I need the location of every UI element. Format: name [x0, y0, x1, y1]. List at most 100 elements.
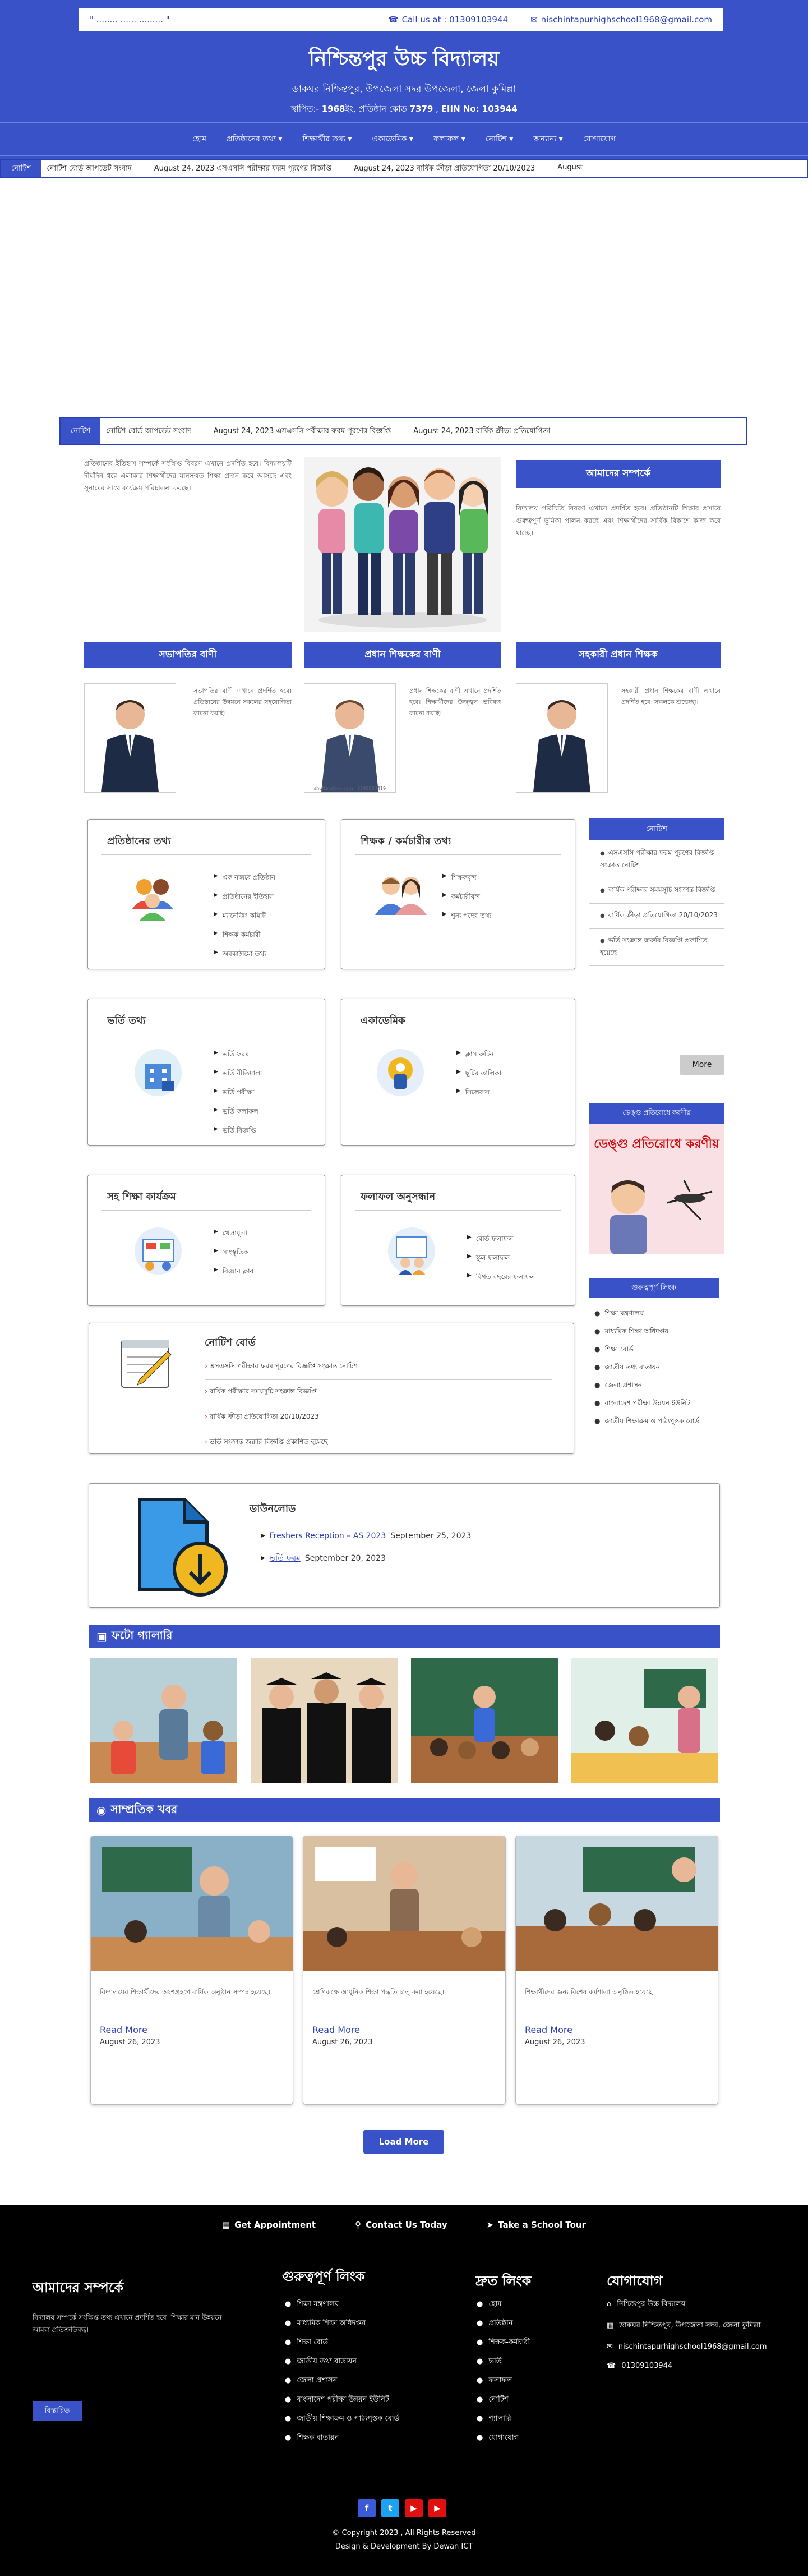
- download-link[interactable]: Freshers Reception – AS 2023: [270, 1529, 386, 1543]
- footer-link[interactable]: বাংলাদেশ পরীক্ষা উন্নয়ন ইউনিট: [285, 2394, 453, 2405]
- twitter-icon[interactable]: t: [381, 2499, 399, 2517]
- card-link[interactable]: বিজ্ঞান ক্লাব: [214, 1267, 254, 1278]
- card-link[interactable]: সাংস্কৃতিক: [214, 1248, 253, 1259]
- ticker-item[interactable]: August 24, 2023 এসএসসি পরীক্ষার ফরম পূরণ…: [154, 163, 331, 175]
- news-card: শিক্ষার্থীদের জন্য বিশেষ কর্মশালা অনুষ্ঠ…: [515, 1836, 718, 2105]
- ticker-item[interactable]: নোটিশ বোর্ড আপডেট সংবাদ: [47, 163, 131, 175]
- nav-item-institute[interactable]: প্রতিষ্ঠানের তথ্য ▾: [227, 132, 282, 146]
- notice-item[interactable]: ভর্তি সংক্রান্ত জরুরি বিজ্ঞপ্তি প্রকাশিত…: [589, 929, 724, 966]
- card-link[interactable]: ভর্তি ফলাফল: [214, 1107, 262, 1118]
- tour-link[interactable]: ➤ Take a School Tour: [487, 2220, 586, 2230]
- notice-board-item[interactable]: › এসএসসি পরীক্ষার ফরম পূরণের বিজ্ঞপ্তি স…: [205, 1355, 552, 1380]
- card-link[interactable]: ভর্তি ফরম: [214, 1050, 262, 1061]
- news-title: সাম্প্রতিক খবর: [110, 1802, 178, 1816]
- youtube-icon[interactable]: ▶: [405, 2499, 423, 2517]
- notice-board-item[interactable]: › বার্ষিক ক্রীড়া প্রতিযোগিতা 20/10/2023: [205, 1405, 552, 1430]
- notice-board-item[interactable]: › ভর্তি সংক্রান্ত জরুরি বিজ্ঞপ্তি প্রকাশ…: [205, 1430, 552, 1455]
- load-more-button[interactable]: Load More: [363, 2130, 444, 2154]
- card-institute-info: প্রতিষ্ঠানের তথ্য এক নজরে প্রতিষ্ঠান প্রত…: [87, 819, 325, 969]
- notice-board-item[interactable]: › বার্ষিক পরীক্ষার সময়সূচি সংক্রান্ত বি…: [205, 1380, 552, 1405]
- ticker-item[interactable]: August 24, 2023 এসএসসি পরীক্ষার ফরম পূরণ…: [214, 426, 391, 438]
- contact-row[interactable]: ☎ 01309103944: [607, 2361, 775, 2372]
- card-link[interactable]: ভর্তি বিজ্ঞপ্তি: [214, 1126, 262, 1137]
- youtube-icon[interactable]: ▶: [428, 2499, 446, 2517]
- sidebar-link[interactable]: বাংলাদেশ পরীক্ষা উন্নয়ন ইউনিট: [594, 1398, 723, 1408]
- sidebar-link[interactable]: মাধ্যমিক শিক্ষা অধিদপ্তর: [594, 1326, 723, 1336]
- card-link[interactable]: সিলেবাস: [456, 1088, 501, 1099]
- read-more-link[interactable]: Read More: [312, 2025, 360, 2035]
- footer-link[interactable]: জাতীয় তথ্য বাতায়ন: [285, 2356, 453, 2367]
- gallery-photo[interactable]: [571, 1658, 718, 1783]
- footer-quick-link[interactable]: নোটিশ: [477, 2394, 578, 2405]
- nav-item-students[interactable]: শিক্ষার্থীর তথ্য ▾: [302, 132, 352, 146]
- ticker-item[interactable]: August 24, 2023 বার্ষিক ক্রীড়া প্রতিযোগ…: [413, 426, 550, 438]
- ticker-item[interactable]: August 24, 2023 বার্ষিক ক্রীড়া প্রতিযোগ…: [354, 163, 535, 175]
- read-more-link[interactable]: Read More: [525, 2025, 572, 2035]
- chairman-message: সভাপতির বাণী এখানে প্রদর্শিত হবে। প্রতিষ…: [193, 687, 292, 717]
- footer-link[interactable]: জেলা প্রশাসন: [285, 2375, 453, 2386]
- footer-quick-link[interactable]: ভর্তি: [477, 2356, 578, 2367]
- footer-quick-link[interactable]: প্রতিষ্ঠান: [477, 2318, 578, 2329]
- card-link[interactable]: ম্যানেজিং কমিটি: [214, 911, 275, 922]
- card-link[interactable]: শূন্য পদের তথ্য: [442, 911, 492, 922]
- notice-board-item-text: এসএসসি পরীক্ষার ফরম পূরণের বিজ্ঞপ্তি সংক…: [209, 1362, 358, 1370]
- ticker-item[interactable]: August: [557, 163, 583, 175]
- gallery-photo[interactable]: [411, 1658, 558, 1783]
- facebook-icon[interactable]: f: [358, 2499, 376, 2517]
- card-link[interactable]: বিগত বছরের ফলাফল: [467, 1272, 535, 1284]
- email-link[interactable]: ✉ nischintapurhighschool1968@gmail.com: [530, 15, 712, 25]
- gallery-photo[interactable]: [90, 1658, 237, 1783]
- nav-item-academic[interactable]: একাডেমিক ▾: [372, 132, 413, 146]
- card-link[interactable]: এক নজরে প্রতিষ্ঠান: [214, 873, 275, 884]
- news-card: বিদ্যালয়ের শিক্ষার্থীদের অংশগ্রহণে বার্…: [90, 1836, 293, 2105]
- notice-item[interactable]: বার্ষিক ক্রীড়া প্রতিযোগিতা 20/10/2023: [589, 904, 724, 929]
- footer-link[interactable]: শিক্ষা মন্ত্রণালয়: [285, 2299, 453, 2310]
- card-link[interactable]: ভর্তি পরীক্ষা: [214, 1088, 262, 1099]
- read-more-link[interactable]: Read More: [100, 2025, 147, 2035]
- news-image[interactable]: [303, 1836, 506, 1971]
- footer-link[interactable]: শিক্ষক বাতায়ন: [285, 2432, 453, 2444]
- notice-item[interactable]: বার্ষিক পরীক্ষার সময়সূচি সংক্রান্ত বিজ্…: [589, 878, 724, 904]
- sidebar-link[interactable]: শিক্ষা বোর্ড: [594, 1344, 723, 1354]
- card-link[interactable]: প্রতিষ্ঠানের ইতিহাস: [214, 892, 275, 903]
- card-link[interactable]: শিক্ষকবৃন্দ: [442, 873, 491, 884]
- footer-quick-link[interactable]: যোগাযোগ: [477, 2432, 578, 2444]
- contact-link[interactable]: ⚲ Contact Us Today: [355, 2220, 447, 2230]
- card-link[interactable]: ভর্তি নীতিমালা: [214, 1069, 262, 1080]
- card-link[interactable]: কর্মচারীবৃন্দ: [442, 892, 491, 903]
- sidebar-link[interactable]: জাতীয় তথ্য বাতায়ন: [594, 1362, 723, 1372]
- sidebar-link[interactable]: জেলা প্রশাসন: [594, 1380, 723, 1390]
- download-link[interactable]: ভর্তি ফরম: [270, 1551, 301, 1566]
- phone-link[interactable]: ☎ Call us at : 01309103944: [388, 15, 508, 25]
- footer-quick-link[interactable]: গ্যালারি: [477, 2413, 578, 2425]
- card-link[interactable]: খেলাধুলা: [214, 1229, 253, 1240]
- footer-quick-link[interactable]: হোম: [477, 2299, 578, 2310]
- footer-about-button[interactable]: বিস্তারিত: [33, 2401, 82, 2421]
- nav-item-home[interactable]: হোম: [192, 132, 206, 146]
- footer-link[interactable]: শিক্ষা বোর্ড: [285, 2337, 453, 2348]
- sidebar-link[interactable]: জাতীয় শিক্ষাক্রম ও পাঠ্যপুস্তক বোর্ড: [594, 1416, 723, 1426]
- nav-item-results[interactable]: ফলাফল ▾: [433, 132, 465, 146]
- news-image[interactable]: [91, 1836, 293, 1971]
- footer-link[interactable]: জাতীয় শিক্ষাক্রম ও পাঠ্যপুস্তক বোর্ড: [285, 2413, 453, 2425]
- notice-more-button[interactable]: More: [680, 1055, 724, 1075]
- card-link[interactable]: শিক্ষক-কর্মচারী: [214, 930, 275, 941]
- card-link[interactable]: স্কুল ফলাফল: [467, 1253, 535, 1264]
- contact-row[interactable]: ✉ nischintapurhighschool1968@gmail.com: [607, 2342, 775, 2353]
- news-image[interactable]: [516, 1836, 718, 1971]
- ticker-item[interactable]: নোটিশ বোর্ড আপডেট সংবাদ: [106, 426, 191, 438]
- card-link[interactable]: অবকাঠামো তথ্য: [214, 949, 275, 960]
- notice-item[interactable]: এসএসসি পরীক্ষার ফরম পূরণের বিজ্ঞপ্তি সংক…: [589, 841, 724, 878]
- footer-link[interactable]: মাধ্যমিক শিক্ষা অধিদপ্তর: [285, 2318, 453, 2329]
- footer-quick-link[interactable]: ফলাফল: [477, 2375, 578, 2386]
- nav-item-others[interactable]: অন্যান্য ▾: [533, 132, 563, 146]
- footer-quick-link[interactable]: শিক্ষক-কর্মচারী: [477, 2337, 578, 2348]
- card-link[interactable]: ছুটির তালিকা: [456, 1069, 501, 1080]
- card-link[interactable]: ক্লাস রুটিন: [456, 1050, 501, 1061]
- sidebar-link[interactable]: শিক্ষা মন্ত্রণালয়: [594, 1308, 723, 1318]
- gallery-photo[interactable]: [251, 1658, 398, 1783]
- appointment-link[interactable]: ▤ Get Appointment: [222, 2220, 316, 2230]
- card-link[interactable]: বোর্ড ফলাফল: [467, 1234, 535, 1245]
- nav-item-contact[interactable]: যোগাযোগ: [583, 132, 616, 146]
- nav-item-notice[interactable]: নোটিশ ▾: [486, 132, 514, 146]
